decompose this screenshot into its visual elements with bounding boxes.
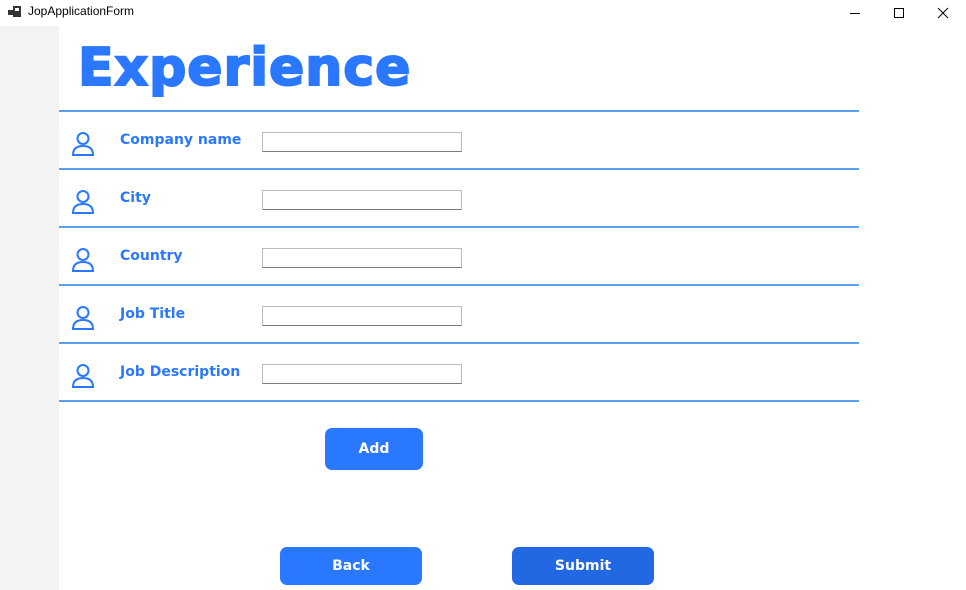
company-name-input[interactable] — [262, 132, 462, 152]
field-row-city: City — [59, 170, 859, 226]
user-icon — [71, 306, 95, 330]
city-label: City — [120, 190, 151, 206]
minimize-button[interactable] — [832, 0, 878, 26]
minimize-icon — [850, 13, 860, 14]
job-description-input[interactable] — [262, 364, 462, 384]
add-button[interactable]: Add — [325, 428, 423, 470]
country-input[interactable] — [262, 248, 462, 268]
user-icon — [71, 190, 95, 214]
user-icon — [71, 132, 95, 156]
left-sidebar-strip — [0, 26, 59, 590]
window-title: JopApplicationForm — [28, 4, 135, 18]
field-row-job-title: Job Title — [59, 286, 859, 342]
field-row-country: Country — [59, 228, 859, 284]
back-button[interactable]: Back — [280, 547, 422, 585]
maximize-button[interactable] — [876, 0, 922, 26]
app-icon — [8, 6, 21, 17]
user-icon — [71, 248, 95, 272]
field-row-company-name: Company name — [59, 112, 859, 168]
window-titlebar: JopApplicationForm — [0, 0, 966, 26]
maximize-icon — [894, 8, 904, 18]
company-name-label: Company name — [120, 132, 242, 148]
job-title-input[interactable] — [262, 306, 462, 326]
page-title: Experience — [77, 37, 412, 99]
close-button[interactable] — [920, 0, 966, 26]
divider — [59, 400, 859, 402]
submit-button[interactable]: Submit — [512, 547, 654, 585]
user-icon — [71, 364, 95, 388]
job-description-label: Job Description — [120, 364, 241, 380]
field-row-job-description: Job Description — [59, 344, 859, 400]
country-label: Country — [120, 248, 183, 264]
close-icon — [937, 7, 949, 19]
city-input[interactable] — [262, 190, 462, 210]
job-title-label: Job Title — [120, 306, 186, 322]
